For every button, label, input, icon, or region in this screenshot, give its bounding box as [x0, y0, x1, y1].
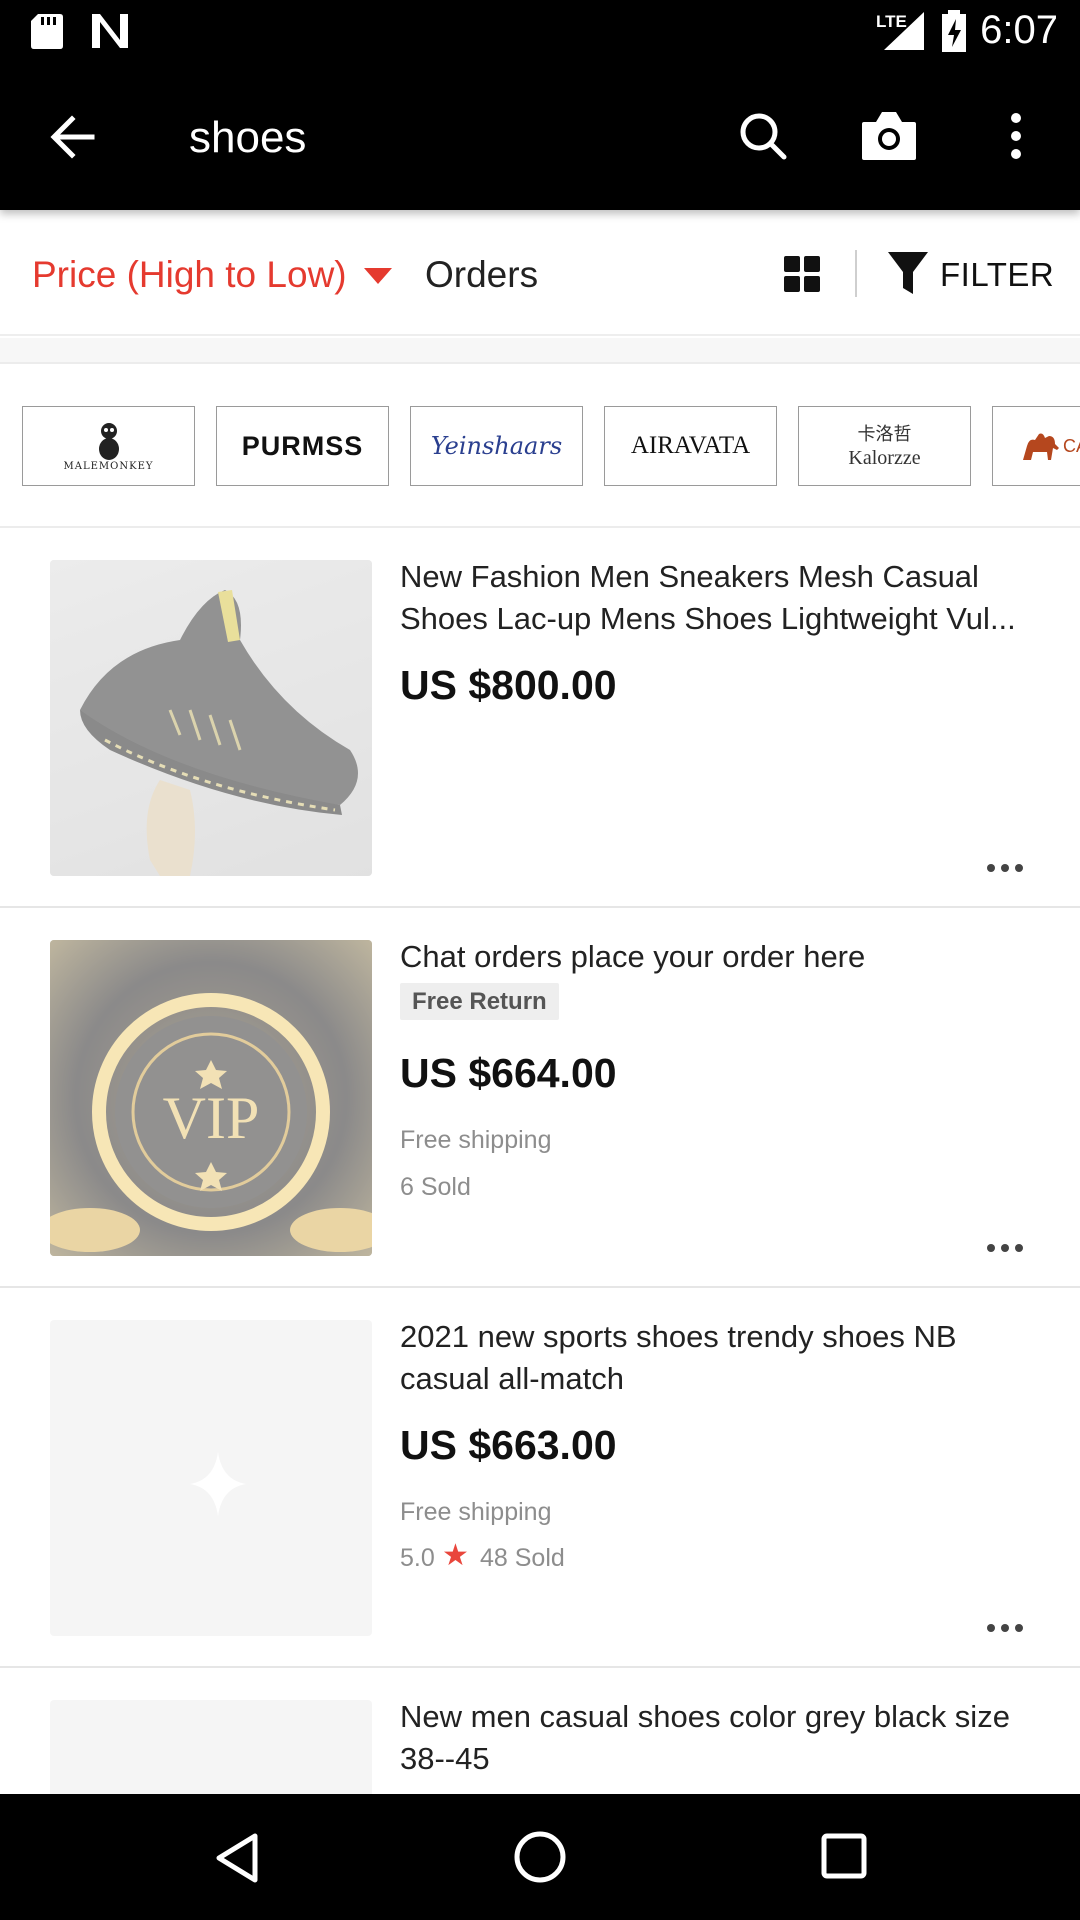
product-card[interactable]: New men casual shoes color grey black si… [0, 1668, 1080, 1794]
camel-logo-icon [1023, 433, 1059, 460]
more-options-icon[interactable] [985, 858, 1025, 878]
product-title[interactable]: New men casual shoes color grey black si… [400, 1696, 1040, 1780]
section-gap [0, 338, 1080, 362]
product-card[interactable]: VIP Chat orders place your order here Fr… [0, 908, 1080, 1288]
brand-malemonkey[interactable]: MALEMONKEY [22, 406, 195, 486]
nav-back-icon[interactable] [213, 1832, 259, 1884]
monkey-logo-icon [98, 422, 119, 460]
brand-camel[interactable]: CA [992, 406, 1080, 486]
app-toolbar: shoes [0, 63, 1080, 210]
dropdown-arrow-icon[interactable] [364, 268, 392, 286]
filter-funnel-icon[interactable] [888, 252, 928, 296]
rating-value: 5.0 [400, 1544, 435, 1572]
nav-home-icon[interactable] [513, 1830, 567, 1884]
placeholder-sparkle-icon [190, 1452, 246, 1516]
product-image-placeholder[interactable] [50, 1700, 372, 1794]
product-price: US $800.00 [400, 662, 617, 708]
signal-icon [884, 12, 924, 50]
brand-name: CA [1063, 435, 1080, 456]
nav-recents-icon[interactable] [820, 1832, 868, 1880]
status-bar: LTE 6:07 [0, 0, 1080, 63]
image-overlay [50, 560, 372, 876]
product-title[interactable]: Chat orders place your order here [400, 936, 1040, 978]
filter-button[interactable]: FILTER [940, 256, 1054, 294]
sort-price-high-to-low[interactable]: Price (High to Low) [32, 254, 347, 296]
sort-orders[interactable]: Orders [425, 254, 538, 296]
camera-icon[interactable] [860, 108, 918, 162]
search-query-title[interactable]: shoes [189, 113, 306, 163]
product-price: US $663.00 [400, 1422, 617, 1468]
brand-name: PURMSS [241, 430, 364, 461]
grid-view-icon[interactable] [784, 256, 820, 292]
brand-strip: MALEMONKEY PURMSS Yeinshaars AIRAVATA 卡洛… [0, 362, 1080, 528]
more-options-icon[interactable] [985, 1238, 1025, 1258]
image-overlay [50, 940, 372, 1256]
sold-count: 48 Sold [480, 1544, 565, 1572]
search-icon[interactable] [738, 111, 788, 161]
brand-name: Yeinshaars [430, 432, 563, 460]
brand-name-cn: 卡洛哲 [857, 424, 912, 444]
status-time: 6:07 [980, 8, 1058, 52]
back-arrow-icon[interactable] [48, 113, 98, 161]
brand-name-en: Kalorzze [848, 447, 921, 469]
battery-charging-icon [942, 10, 966, 52]
product-title[interactable]: 2021 new sports shoes trendy shoes NB ca… [400, 1316, 1040, 1400]
sort-filter-bar: Price (High to Low) Orders FILTER [0, 210, 1080, 336]
brand-yeinshaars[interactable]: Yeinshaars [410, 406, 583, 486]
sold-count: 6 Sold [400, 1173, 471, 1201]
more-vert-icon[interactable] [1006, 111, 1026, 161]
product-card[interactable]: 2021 new sports shoes trendy shoes NB ca… [0, 1288, 1080, 1668]
shipping-info: Free shipping [400, 1498, 552, 1526]
product-image-sneaker[interactable] [50, 560, 372, 876]
brand-name: MALEMONKEY [63, 460, 154, 472]
n-notification-icon [92, 14, 128, 48]
brand-airavata[interactable]: AIRAVATA [604, 406, 777, 486]
system-nav-bar [0, 1794, 1080, 1920]
divider [855, 250, 857, 297]
brand-name: AIRAVATA [630, 432, 751, 459]
more-options-icon[interactable] [985, 1618, 1025, 1638]
brand-kalorzze[interactable]: 卡洛哲 Kalorzze [798, 406, 971, 486]
product-card[interactable]: New Fashion Men Sneakers Mesh Casual Sho… [0, 528, 1080, 908]
star-icon: ★ [442, 1539, 469, 1572]
product-price: US $664.00 [400, 1050, 617, 1096]
sd-card-icon [31, 14, 63, 49]
product-image-vip[interactable]: VIP [50, 940, 372, 1256]
free-return-badge: Free Return [400, 983, 559, 1020]
shipping-info: Free shipping [400, 1126, 552, 1154]
product-title[interactable]: New Fashion Men Sneakers Mesh Casual Sho… [400, 556, 1040, 640]
product-image-placeholder[interactable] [50, 1320, 372, 1636]
brand-purmss[interactable]: PURMSS [216, 406, 389, 486]
